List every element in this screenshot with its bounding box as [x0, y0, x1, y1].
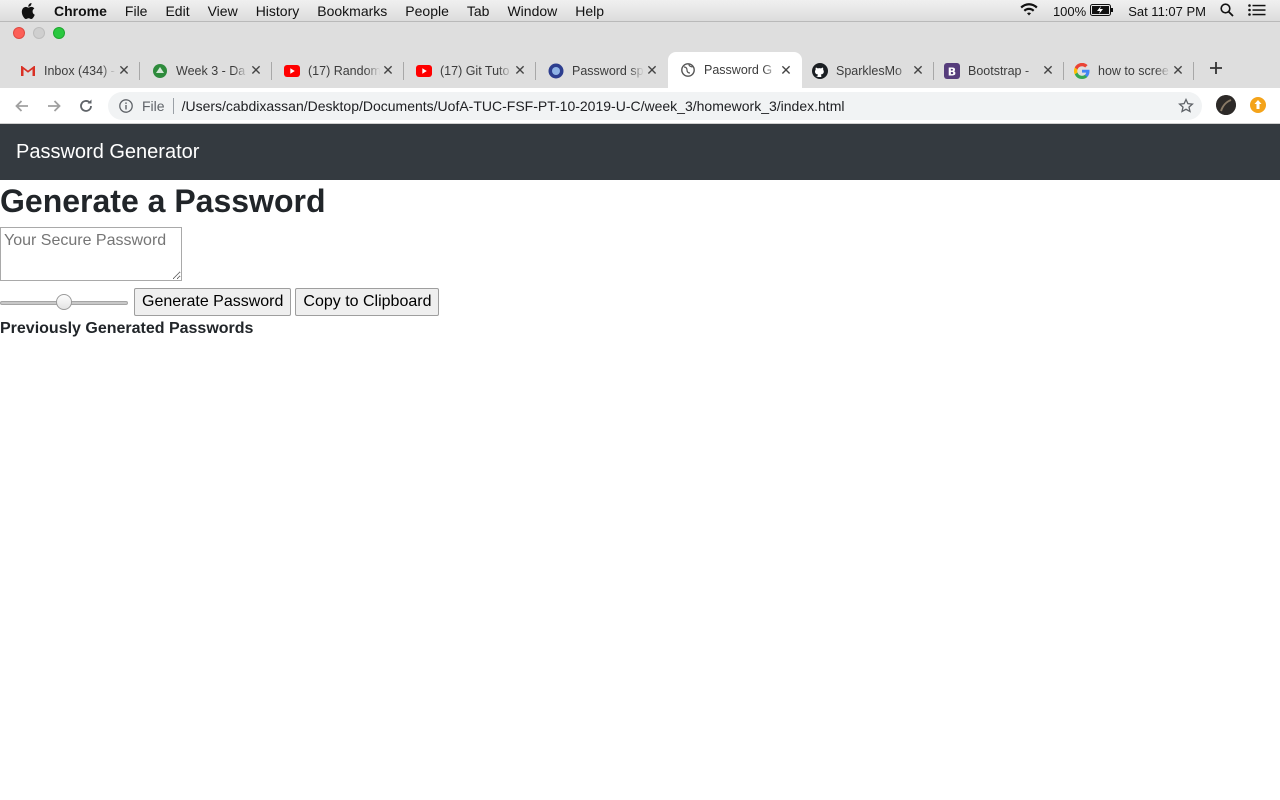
tab-google-search[interactable]: how to scree ✕: [1064, 53, 1194, 88]
macos-menu-bar: Chrome File Edit View History Bookmarks …: [0, 0, 1280, 22]
profile-avatar[interactable]: [1216, 95, 1236, 115]
menu-edit[interactable]: Edit: [165, 0, 189, 22]
password-output-field[interactable]: [0, 227, 182, 281]
battery-status[interactable]: 100%: [1052, 3, 1114, 19]
extension-icon[interactable]: [1248, 95, 1268, 115]
address-divider: [172, 98, 174, 114]
menu-view[interactable]: View: [208, 0, 238, 22]
notification-center-icon[interactable]: [1248, 3, 1266, 19]
globe-icon: [680, 62, 696, 78]
tab-strip: Inbox (434) - ✕ Week 3 - Da ✕ (17) Rando…: [0, 44, 1280, 88]
site-navbar: Password Generator: [0, 124, 1280, 180]
generator-controls: Generate Password Copy to Clipboard: [0, 287, 1280, 316]
close-tab-icon[interactable]: ✕: [910, 62, 926, 79]
close-tab-icon[interactable]: ✕: [778, 62, 794, 78]
close-tab-icon[interactable]: ✕: [248, 62, 264, 79]
slider-thumb[interactable]: [56, 293, 72, 310]
menu-help[interactable]: Help: [575, 0, 604, 22]
tab-title: Password G: [704, 63, 773, 77]
zoom-window-button[interactable]: [53, 27, 65, 39]
tab-password-generator-active[interactable]: Password G ✕: [668, 52, 802, 88]
info-icon[interactable]: [118, 98, 134, 114]
menu-tab[interactable]: Tab: [467, 0, 490, 22]
tab-password-spec[interactable]: Password sp ✕: [528, 53, 668, 88]
browser-toolbar: File /Users/cabdixassan/Desktop/Document…: [0, 88, 1280, 124]
navbar-brand[interactable]: Password Generator: [16, 141, 199, 164]
tab-week3-drive[interactable]: Week 3 - Da ✕: [132, 53, 272, 88]
menu-people[interactable]: People: [405, 0, 449, 22]
tab-bootstrap[interactable]: B Bootstrap - ✕: [934, 53, 1064, 88]
menubar-clock[interactable]: Sat 11:07 PM: [1128, 4, 1206, 19]
new-tab-button[interactable]: [1204, 56, 1228, 80]
bookmark-star-icon[interactable]: [1178, 97, 1194, 114]
copy-to-clipboard-button[interactable]: Copy to Clipboard: [295, 287, 440, 316]
google-icon: [1074, 62, 1090, 79]
password-length-slider[interactable]: [0, 293, 130, 310]
close-tab-icon[interactable]: ✕: [1040, 62, 1056, 79]
close-tab-icon[interactable]: ✕: [380, 62, 396, 79]
menu-bookmarks[interactable]: Bookmarks: [317, 0, 387, 22]
tab-inbox[interactable]: Inbox (434) - ✕: [0, 53, 140, 88]
menu-history[interactable]: History: [256, 0, 300, 22]
tab-title: Bootstrap -: [968, 63, 1030, 78]
bootstrap-icon: B: [944, 62, 960, 79]
back-arrow-icon[interactable]: [10, 94, 34, 118]
tab-youtube-random[interactable]: (17) Random ✕: [264, 53, 404, 88]
github-icon: [812, 62, 828, 79]
gmail-icon: [20, 63, 36, 79]
menu-window[interactable]: Window: [507, 0, 557, 22]
globe-icon: [548, 63, 564, 79]
window-titlebar: [0, 22, 1280, 44]
reload-icon[interactable]: [74, 94, 98, 118]
svg-text:B: B: [948, 65, 956, 78]
battery-percent: 100%: [1052, 3, 1087, 19]
address-bar[interactable]: File /Users/cabdixassan/Desktop/Document…: [108, 92, 1202, 120]
tab-title: Week 3 - Da: [176, 63, 246, 78]
generate-password-button[interactable]: Generate Password: [134, 287, 292, 316]
minimize-window-button[interactable]: [33, 27, 45, 39]
tab-title: Password sp: [572, 63, 644, 78]
web-page: Password Generator Generate a Password G…: [0, 124, 1280, 800]
tab-title: (17) Random: [308, 63, 380, 78]
menu-chrome[interactable]: Chrome: [54, 0, 107, 22]
tab-title: how to scree: [1098, 63, 1169, 78]
wifi-icon[interactable]: [1019, 2, 1039, 20]
close-tab-icon[interactable]: ✕: [1170, 62, 1186, 79]
tab-title: SparklesMo: [836, 63, 902, 78]
youtube-icon: [284, 63, 300, 79]
close-tab-icon[interactable]: ✕: [644, 62, 660, 79]
close-tab-icon[interactable]: ✕: [512, 62, 528, 79]
previous-passwords-heading: Previously Generated Passwords: [0, 320, 254, 337]
page-title: Generate a Password: [0, 183, 326, 219]
scheme-label: File: [142, 98, 165, 114]
battery-icon: [1090, 3, 1114, 19]
url-text[interactable]: /Users/cabdixassan/Desktop/Documents/Uof…: [182, 98, 845, 114]
menu-file[interactable]: File: [125, 0, 148, 22]
tab-youtube-git[interactable]: (17) Git Tuto ✕: [396, 53, 536, 88]
close-tab-icon[interactable]: ✕: [116, 62, 132, 79]
tab-title: (17) Git Tuto: [440, 63, 510, 78]
spotlight-search-icon[interactable]: [1220, 2, 1234, 20]
youtube-icon: [416, 63, 432, 79]
forward-arrow-icon[interactable]: [42, 94, 66, 118]
tab-github[interactable]: SparklesMo ✕: [802, 53, 934, 88]
apple-icon[interactable]: [20, 2, 36, 19]
tab-title: Inbox (434) -: [44, 63, 115, 78]
drive-icon: [152, 63, 168, 79]
close-window-button[interactable]: [13, 27, 25, 39]
